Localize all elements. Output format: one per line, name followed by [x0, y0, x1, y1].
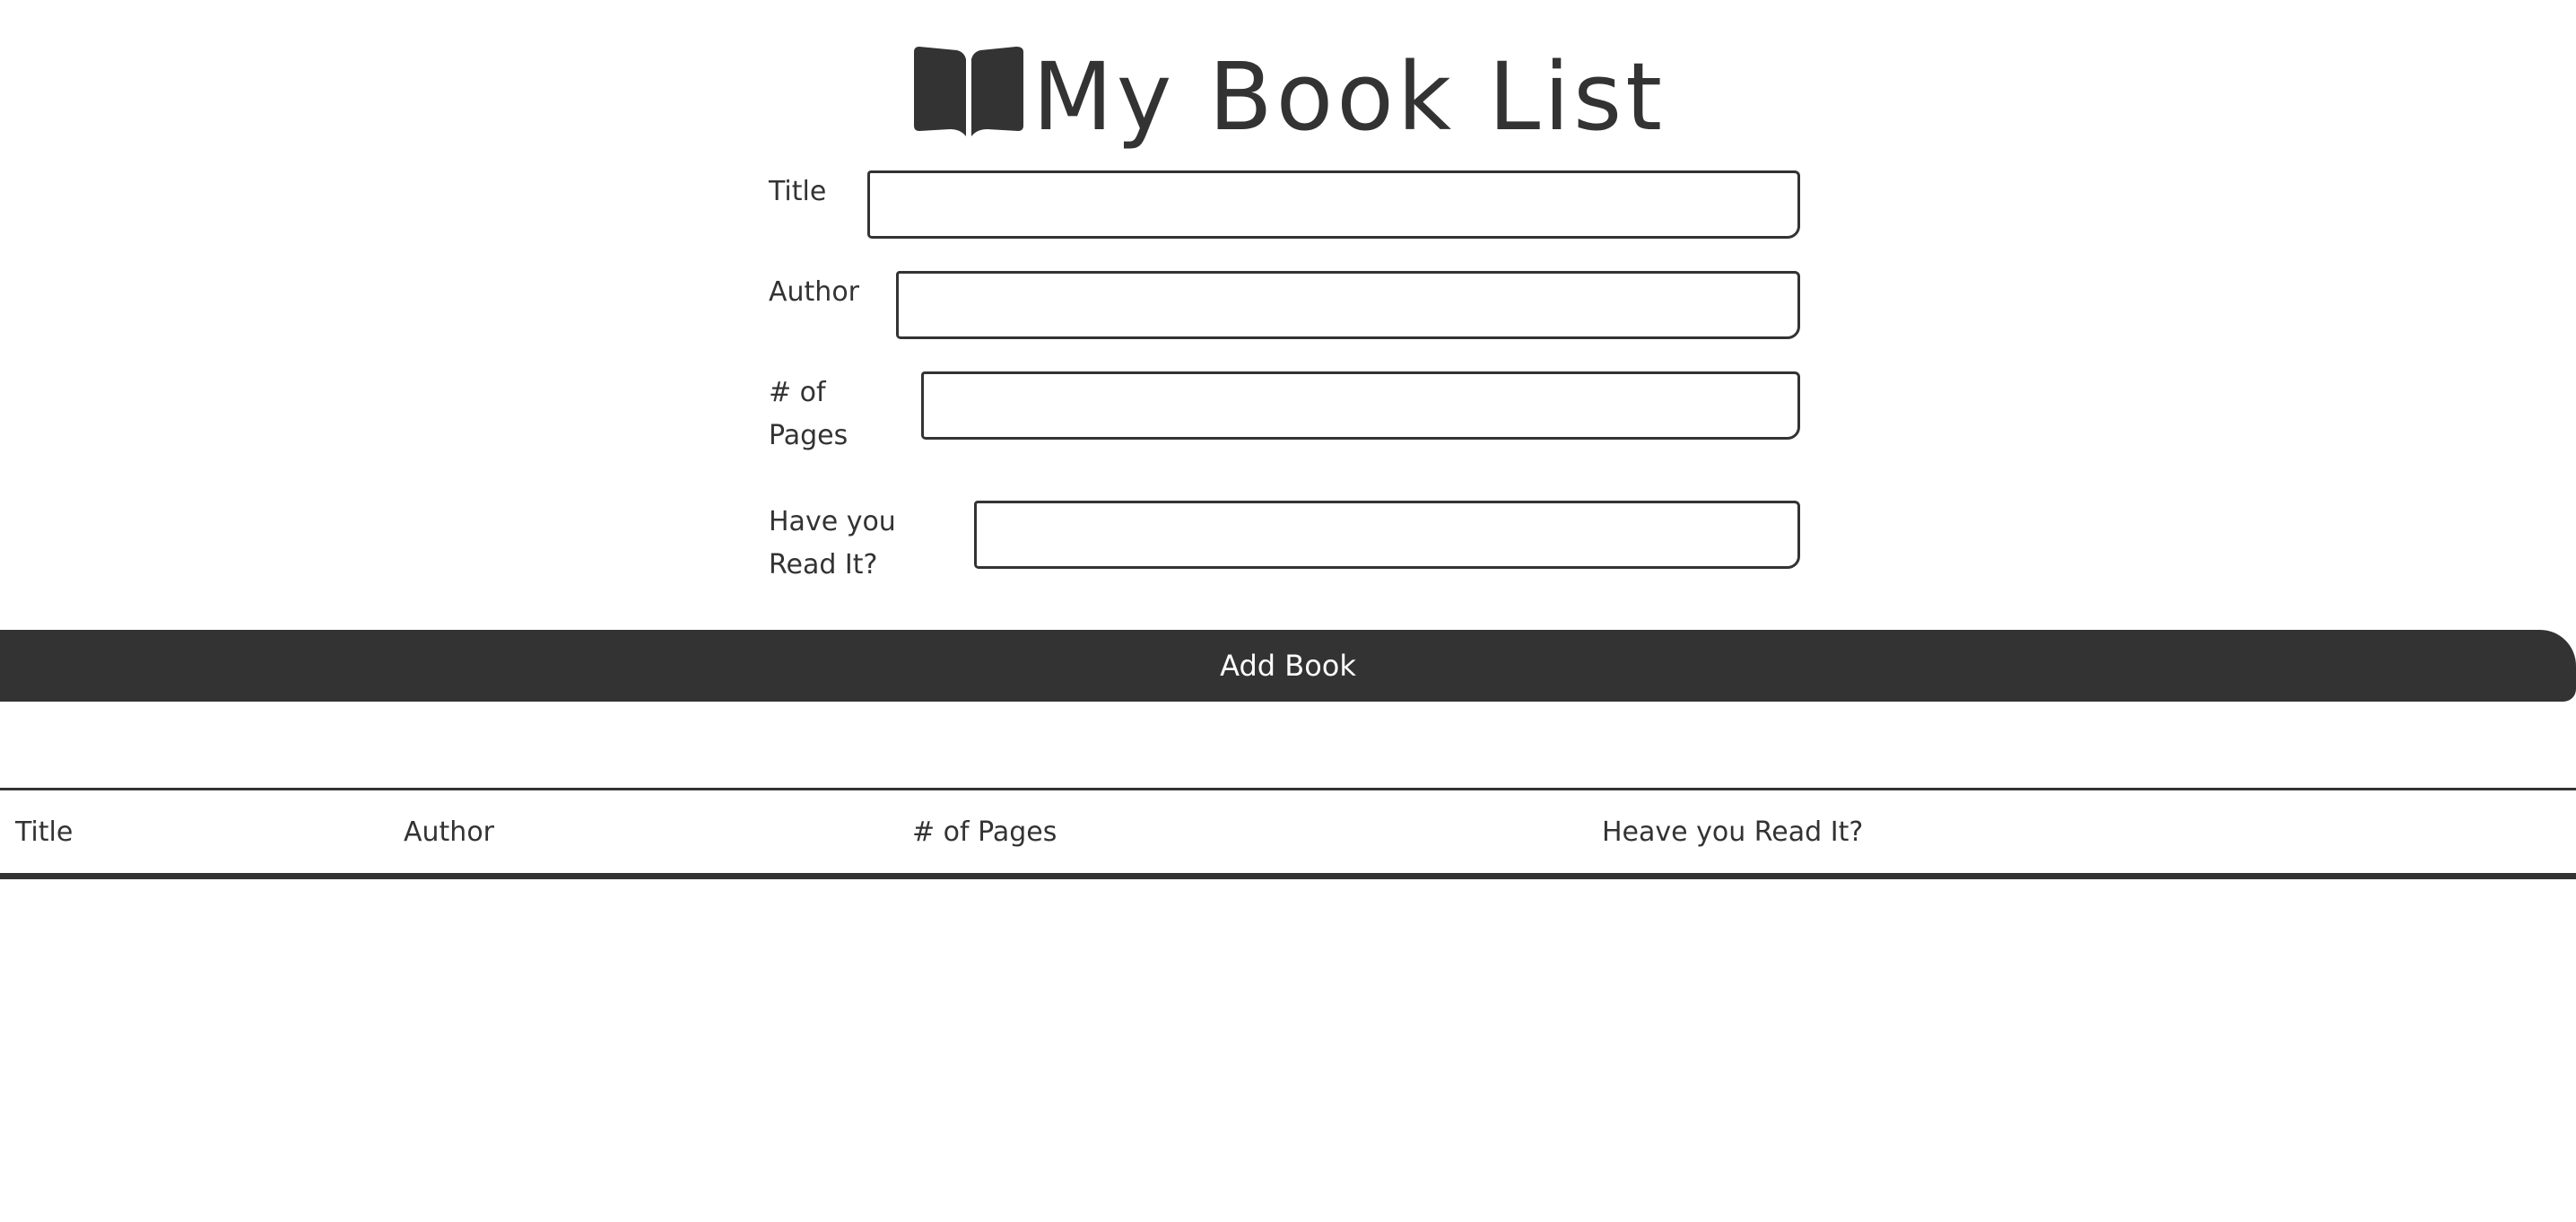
author-input[interactable]	[896, 271, 1800, 339]
read-row: Have you Read It?	[769, 501, 1802, 590]
title-row: Title	[769, 170, 1802, 242]
table-header-row: Title Author # of Pages Heave you Read I…	[0, 789, 2576, 877]
page: My Book List Title Author # of Pages Hav…	[0, 0, 2576, 1222]
app-header: My Book List	[0, 36, 2576, 153]
pages-label: # of Pages	[769, 377, 849, 451]
read-label: Have you Read It?	[769, 506, 896, 580]
author-label: Author	[769, 276, 860, 308]
pages-row: # of Pages	[769, 371, 1802, 461]
app-title: My Book List	[1031, 42, 1667, 152]
open-book-icon	[913, 47, 1023, 136]
author-row: Author	[769, 271, 1802, 343]
column-header-read: Heave you Read It?	[1602, 816, 1864, 848]
add-book-button[interactable]: Add Book	[0, 630, 2576, 702]
read-input[interactable]	[974, 501, 1800, 569]
pages-input[interactable]	[921, 371, 1800, 440]
column-header-pages: # of Pages	[912, 816, 1057, 848]
book-table: Title Author # of Pages Heave you Read I…	[0, 788, 2576, 879]
column-header-title: Title	[15, 816, 74, 848]
title-input[interactable]	[867, 170, 1800, 239]
column-header-author: Author	[404, 816, 495, 848]
title-label: Title	[769, 176, 827, 207]
table-header: Title Author # of Pages Heave you Read I…	[0, 789, 2576, 877]
